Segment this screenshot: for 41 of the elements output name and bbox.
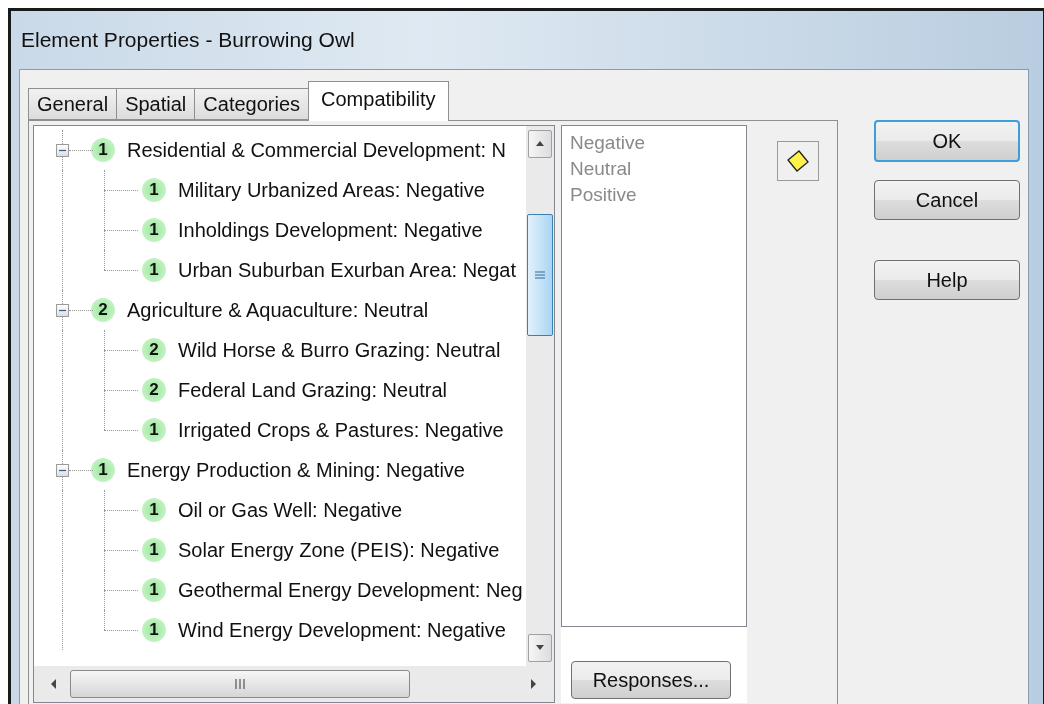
tree-item[interactable]: Military Urbanized Areas: Negative bbox=[178, 178, 485, 202]
scrollbar-thumb[interactable] bbox=[70, 670, 410, 698]
level-badge: 1 bbox=[142, 418, 166, 442]
level-badge: 1 bbox=[142, 178, 166, 202]
level-badge: 1 bbox=[142, 538, 166, 562]
level-badge: 2 bbox=[142, 378, 166, 402]
tree-item[interactable]: Energy Production & Mining: Negative bbox=[127, 458, 465, 482]
level-badge: 2 bbox=[91, 298, 115, 322]
level-badge: 1 bbox=[142, 578, 166, 602]
responses-button[interactable]: Responses... bbox=[571, 661, 731, 699]
scrollbar-thumb[interactable] bbox=[527, 214, 553, 336]
collapse-toggle[interactable] bbox=[56, 463, 69, 477]
tree-item[interactable]: Inholdings Development: Negative bbox=[178, 218, 483, 242]
level-badge: 1 bbox=[142, 498, 166, 522]
level-badge: 1 bbox=[91, 138, 115, 162]
tree-item[interactable]: Solar Energy Zone (PEIS): Negative bbox=[178, 538, 500, 562]
tree-item[interactable]: Urban Suburban Exurban Area: Negat bbox=[178, 258, 516, 282]
note-button[interactable] bbox=[777, 141, 819, 181]
level-badge: 2 bbox=[142, 338, 166, 362]
tree-item[interactable]: Irrigated Crops & Pastures: Negative bbox=[178, 418, 504, 442]
dialog-button[interactable]: Help bbox=[874, 260, 1020, 300]
level-badge: 1 bbox=[91, 458, 115, 482]
level-badge: 1 bbox=[142, 218, 166, 242]
dialog-button[interactable]: OK bbox=[874, 120, 1020, 162]
tree-item[interactable]: Oil or Gas Well: Negative bbox=[178, 498, 403, 522]
tab[interactable]: General bbox=[28, 88, 118, 120]
dialog-button[interactable]: Cancel bbox=[874, 180, 1020, 220]
level-badge: 1 bbox=[142, 618, 166, 642]
tree-item[interactable]: Residential & Commercial Development: N bbox=[127, 138, 507, 162]
tree-item[interactable]: Wild Horse & Burro Grazing: Neutral bbox=[178, 338, 501, 362]
tab[interactable]: Spatial bbox=[116, 88, 196, 120]
tab[interactable]: Compatibility bbox=[308, 81, 449, 121]
tree-item[interactable]: Wind Energy Development: Negative bbox=[178, 618, 506, 642]
collapse-toggle[interactable] bbox=[56, 303, 69, 317]
window-title: Element Properties - Burrowing Owl bbox=[20, 27, 356, 53]
tab[interactable]: Categories bbox=[194, 88, 310, 120]
tree-item[interactable]: Federal Land Grazing: Neutral bbox=[178, 378, 448, 402]
tree-item[interactable]: Geothermal Energy Development: Neg bbox=[178, 578, 523, 602]
tree-item[interactable]: Agriculture & Aquaculture: Neutral bbox=[127, 298, 429, 322]
level-badge: 1 bbox=[142, 258, 166, 282]
collapse-toggle[interactable] bbox=[56, 143, 69, 157]
